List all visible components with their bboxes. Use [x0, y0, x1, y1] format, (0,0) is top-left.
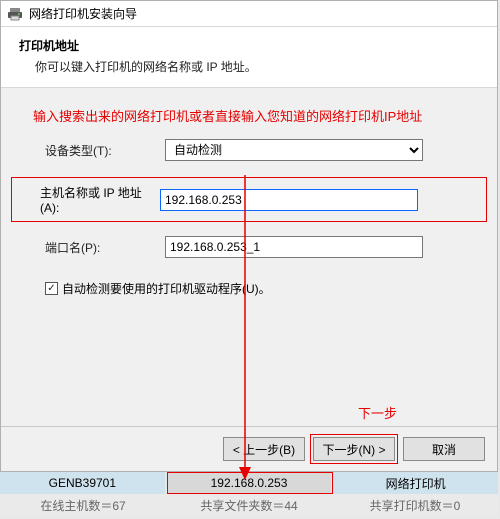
back-button[interactable]: < 上一步(B) [223, 437, 305, 461]
annotation-hint: 输入搜索出来的网络打印机或者直接输入您知道的网络打印机IP地址 [33, 106, 481, 125]
autodetect-checkbox[interactable]: ✓ [45, 282, 58, 295]
autodetect-label: 自动检测要使用的打印机驱动程序(U)。 [62, 280, 271, 297]
wizard-header: 打印机地址 你可以键入打印机的网络名称或 IP 地址。 [1, 27, 497, 88]
hostname-row: 主机名称或 IP 地址(A): [11, 177, 487, 222]
hostname-input[interactable] [160, 189, 418, 211]
autodetect-row[interactable]: ✓ 自动检测要使用的打印机驱动程序(U)。 [17, 280, 481, 297]
wizard-dialog: 网络打印机安装向导 打印机地址 你可以键入打印机的网络名称或 IP 地址。 输入… [0, 0, 498, 472]
status-bar: 在线主机数＝67 共享文件夹数＝44 共享打印机数＝0 [0, 494, 498, 516]
result-ip[interactable]: 192.168.0.253 [167, 472, 334, 494]
port-row: 端口名(P): [17, 236, 481, 258]
result-type[interactable]: 网络打印机 [333, 472, 498, 494]
device-type-row: 设备类型(T): 自动检测 [17, 139, 481, 161]
hostname-label: 主机名称或 IP 地址(A): [18, 184, 160, 215]
printer-icon [7, 6, 23, 22]
result-row: GENB39701 192.168.0.253 网络打印机 [0, 472, 498, 494]
device-type-select[interactable]: 自动检测 [165, 139, 423, 161]
status-hosts: 在线主机数＝67 [0, 494, 166, 516]
titlebar: 网络打印机安装向导 [1, 1, 497, 27]
result-hostname[interactable]: GENB39701 [0, 472, 167, 494]
header-title: 打印机地址 [19, 37, 479, 54]
wizard-footer: 下一步 < 上一步(B) 下一步(N) > 取消 [1, 426, 497, 471]
status-printers: 共享打印机数＝0 [332, 494, 498, 516]
next-button[interactable]: 下一步(N) > [313, 437, 395, 461]
status-shares: 共享文件夹数＝44 [166, 494, 332, 516]
wizard-body: 输入搜索出来的网络打印机或者直接输入您知道的网络打印机IP地址 设备类型(T):… [1, 88, 497, 426]
device-type-label: 设备类型(T): [17, 142, 165, 159]
port-input[interactable] [165, 236, 423, 258]
window-title: 网络打印机安装向导 [29, 5, 137, 22]
header-subtitle: 你可以键入打印机的网络名称或 IP 地址。 [19, 58, 479, 75]
port-label: 端口名(P): [17, 239, 165, 256]
cancel-button[interactable]: 取消 [403, 437, 485, 461]
annotation-next-label: 下一步 [358, 403, 397, 422]
